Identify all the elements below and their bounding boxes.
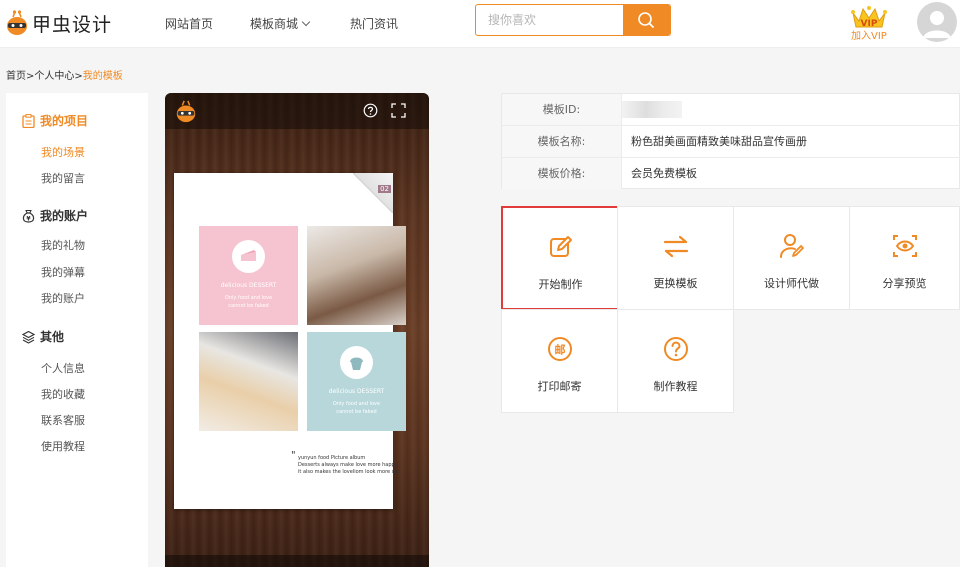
preview-controls[interactable]: [165, 555, 429, 567]
user-avatar[interactable]: [917, 2, 957, 42]
eye-icon: [892, 235, 917, 257]
vip-label: 加入VIP: [851, 31, 887, 42]
share-preview-button[interactable]: 分享预览: [849, 206, 960, 310]
money-bag-icon: ¥: [22, 209, 35, 223]
dessert-card-pink: delicious DESSERT Only food and love cann…: [199, 226, 298, 325]
edit-icon: [549, 236, 572, 257]
sidebar-item-contact-support[interactable]: 联系客服: [41, 412, 85, 428]
action-label: 分享预览: [882, 277, 927, 290]
print-mail-button[interactable]: 邮 打印邮寄: [501, 309, 618, 413]
logo-text: 甲虫设计: [32, 13, 113, 36]
nav-template-mall[interactable]: 模板商城: [250, 15, 311, 32]
search-button[interactable]: [623, 5, 670, 35]
sidebar-item-tutorial[interactable]: 使用教程: [41, 438, 85, 454]
sidebar-item-my-messages[interactable]: 我的留言: [41, 170, 85, 186]
beetle-mascot-icon: [7, 10, 27, 35]
sidebar-item-profile[interactable]: 个人信息: [41, 360, 85, 376]
template-name: 粉色甜美画面精致美味甜品宣传画册: [631, 135, 807, 148]
preview-toolbar: [165, 93, 429, 129]
breadcrumb-path[interactable]: 首页>个人中心>: [6, 71, 83, 82]
action-label: 更换模板: [653, 277, 698, 290]
sidebar-group-title: 其他: [40, 330, 65, 344]
fullscreen-icon[interactable]: [391, 103, 406, 118]
beetle-mascot-icon: [176, 100, 196, 123]
designer-service-button[interactable]: 设计师代做: [733, 206, 850, 310]
sidebar-item-my-gifts[interactable]: 我的礼物: [41, 237, 85, 253]
change-template-button[interactable]: 更换模板: [617, 206, 734, 310]
cupcake-icon: [340, 346, 373, 379]
svg-text:邮: 邮: [554, 343, 565, 357]
join-vip-button[interactable]: VIP 加入VIP: [849, 3, 889, 42]
designer-icon: [779, 234, 804, 258]
info-row-name: 模板名称: 粉色甜美画面精致美味甜品宣传画册: [502, 126, 960, 158]
swap-icon: [663, 235, 688, 258]
dessert-photo-donut: [199, 332, 298, 431]
sidebar-group-title: 我的账户: [40, 209, 89, 223]
top-header: 甲虫设计 网站首页 模板商城 热门资讯 VIP 加入VIP: [0, 0, 960, 48]
action-label: 打印邮寄: [537, 380, 582, 393]
sidebar-item-my-account[interactable]: 我的账户: [41, 290, 85, 306]
help-circle-icon[interactable]: [363, 103, 378, 118]
action-label: 开始制作: [538, 278, 583, 291]
cake-icon: [232, 240, 265, 273]
tutorial-button[interactable]: 制作教程: [617, 309, 734, 413]
dessert-title: delicious DESSERT: [328, 388, 385, 395]
chevron-down-icon: [301, 17, 311, 27]
user-icon: [923, 11, 951, 38]
nav-hot-news[interactable]: 热门资讯: [350, 15, 398, 32]
brochure-page: 02 delicious DESSERT Only food and love c…: [174, 173, 406, 509]
dessert-photo-milkshake: [307, 226, 406, 325]
info-row-id: 模板ID:: [502, 94, 960, 126]
sidebar: 我的项目 我的场景 我的留言 ¥ 我的账户 我的礼物 我的弹幕 我的账户 其他 …: [6, 93, 148, 567]
info-label: 模板ID:: [502, 94, 622, 125]
brochure-quote: " yunyun food Picture album Desserts alw…: [291, 450, 401, 476]
clipboard-icon: [22, 113, 35, 128]
dessert-subtitle: Only food and love cannot be faked: [224, 295, 273, 309]
info-row-price: 模板价格: 会员免费模板: [502, 158, 960, 190]
sidebar-item-my-danmaku[interactable]: 我的弹幕: [41, 264, 85, 280]
sidebar-group-projects: 我的项目: [22, 112, 88, 129]
sidebar-item-favorites[interactable]: 我的收藏: [41, 386, 85, 402]
template-price: 会员免费模板: [631, 167, 697, 180]
search-input[interactable]: [476, 5, 624, 35]
dessert-subtitle: Only food and love cannot be faked: [332, 401, 381, 415]
info-label: 模板名称:: [502, 126, 622, 157]
nav-template-mall-label: 模板商城: [250, 17, 299, 31]
action-label: 制作教程: [653, 380, 698, 393]
breadcrumb: 首页>个人中心>我的模板: [6, 67, 123, 82]
action-label: 设计师代做: [764, 277, 819, 290]
search-icon: [638, 12, 654, 28]
action-grid: 开始制作 更换模板 设计师代做 分享预览 邮 打印邮寄 制作教程: [501, 206, 960, 414]
template-preview[interactable]: 02 delicious DESSERT Only food and love c…: [165, 93, 429, 567]
sidebar-group-other: 其他: [22, 328, 64, 345]
crown-icon: VIP: [851, 6, 887, 29]
sidebar-group-account: ¥ 我的账户: [22, 207, 88, 224]
start-making-button[interactable]: 开始制作: [501, 206, 620, 310]
sidebar-group-title: 我的项目: [40, 114, 89, 128]
template-id-masked: [622, 101, 682, 118]
info-label: 模板价格:: [502, 158, 622, 189]
sidebar-item-my-scenes[interactable]: 我的场景: [41, 144, 85, 160]
search-box: [475, 4, 671, 36]
mail-icon: 邮: [547, 337, 572, 361]
nav-home[interactable]: 网站首页: [165, 15, 213, 32]
layers-icon: [22, 330, 35, 344]
help-icon: [663, 337, 688, 361]
dessert-card-blue: delicious DESSERT Only food and love cann…: [307, 332, 406, 431]
template-info-table: 模板ID: 模板名称: 粉色甜美画面精致美味甜品宣传画册 模板价格: 会员免费模…: [501, 93, 960, 189]
breadcrumb-current: 我的模板: [82, 71, 123, 82]
site-logo[interactable]: 甲虫设计: [6, 8, 112, 38]
page-curl[interactable]: [353, 173, 393, 213]
dessert-title: delicious DESSERT: [220, 282, 277, 289]
page-number: 02: [378, 185, 391, 193]
